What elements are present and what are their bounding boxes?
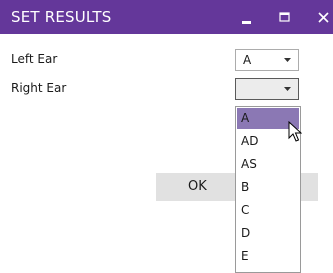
dropdown-option[interactable]: AS <box>237 154 299 175</box>
close-icon <box>318 12 329 23</box>
chevron-down-icon <box>284 58 291 62</box>
window-title: SET RESULTS <box>11 8 112 26</box>
left-ear-label: Left Ear <box>11 52 58 66</box>
close-button[interactable] <box>307 0 333 34</box>
dropdown-option[interactable]: E <box>237 246 299 267</box>
maximize-icon <box>279 12 290 22</box>
right-ear-label: Right Ear <box>11 81 67 95</box>
left-ear-value: A <box>243 53 252 67</box>
chevron-down-icon <box>284 87 291 91</box>
minimize-button[interactable] <box>230 0 264 34</box>
ok-button-label: OK <box>188 179 207 194</box>
right-ear-select[interactable] <box>235 78 299 100</box>
left-ear-select[interactable]: A <box>235 49 299 71</box>
minimize-icon <box>242 21 251 24</box>
dropdown-option[interactable]: C <box>237 200 299 221</box>
dropdown-option[interactable]: B <box>237 177 299 198</box>
dropdown-option[interactable]: D <box>237 223 299 244</box>
ok-button[interactable]: OK <box>156 173 235 201</box>
mouse-pointer-icon <box>288 121 302 142</box>
title-bar: SET RESULTS <box>0 0 333 34</box>
maximize-button[interactable] <box>268 0 302 34</box>
